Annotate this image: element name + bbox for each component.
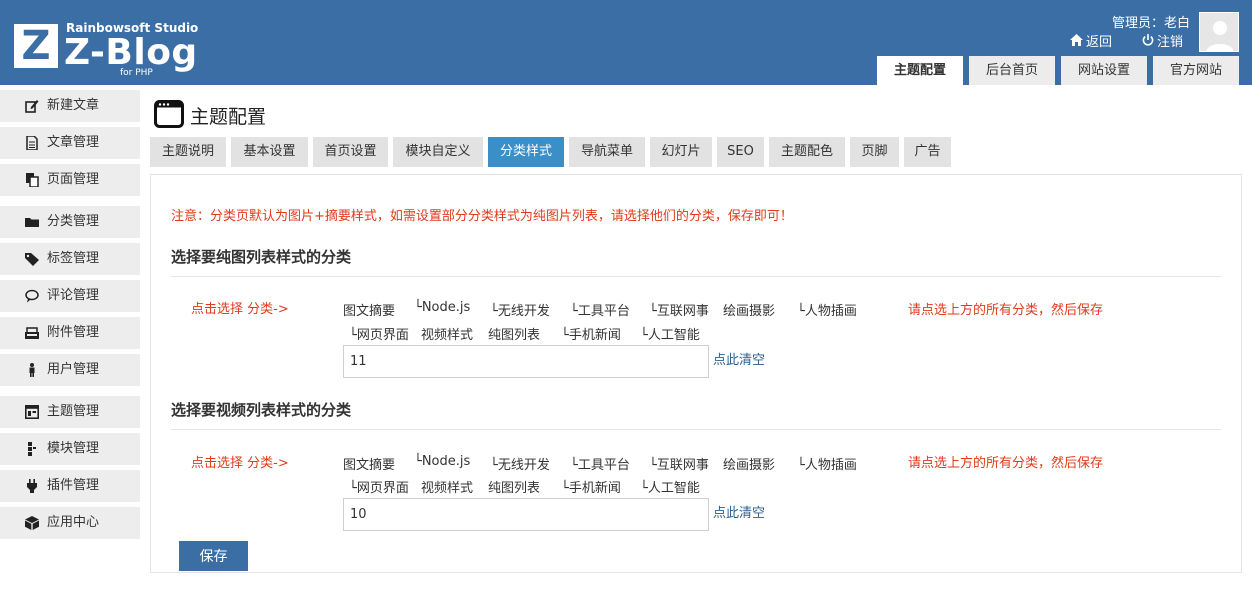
tab-category-style[interactable]: 分类样式 bbox=[488, 137, 564, 167]
category-option[interactable]: └无线开发 bbox=[490, 454, 550, 473]
top-header: Z Rainbowsoft Studio Z-Blog for PHP 管理员：… bbox=[0, 0, 1252, 85]
category-option[interactable]: └人物插画 bbox=[797, 300, 857, 319]
section-title-video-list: 选择要视频列表样式的分类 bbox=[171, 401, 352, 419]
category-option[interactable]: └工具平台 bbox=[570, 300, 630, 319]
sidebar-item-new-article[interactable]: 新建文章 bbox=[0, 90, 140, 122]
tab-theme-colors[interactable]: 主题配色 bbox=[769, 137, 845, 167]
category-option[interactable]: └网页界面 bbox=[349, 324, 409, 343]
pick-category-link[interactable]: 点击选择 分类-> bbox=[191, 298, 289, 317]
category-option[interactable]: 图文摘要 bbox=[343, 454, 395, 473]
sidebar-item-comment-manage[interactable]: 评论管理 bbox=[0, 280, 140, 312]
tab-home-settings[interactable]: 首页设置 bbox=[313, 137, 388, 167]
sidebar-item-article-manage[interactable]: 文章管理 bbox=[0, 127, 140, 159]
sidebar-item-category-manage[interactable]: 分类管理 bbox=[0, 206, 140, 238]
category-option[interactable]: └互联网事 bbox=[649, 300, 709, 319]
category-option[interactable]: 纯图列表 bbox=[488, 324, 540, 343]
home-icon bbox=[1070, 34, 1083, 50]
comment-icon bbox=[25, 289, 39, 303]
attachment-icon bbox=[25, 326, 39, 340]
category-option[interactable]: └网页界面 bbox=[349, 477, 409, 496]
theme-icon bbox=[25, 405, 39, 419]
category-option[interactable]: └无线开发 bbox=[490, 300, 550, 319]
page-title: 主题配置 bbox=[190, 106, 267, 128]
tab-module-custom[interactable]: 模块自定义 bbox=[393, 137, 483, 167]
pick-category-link[interactable]: 点击选择 分类-> bbox=[191, 452, 289, 471]
category-option[interactable]: 视频样式 bbox=[421, 324, 473, 343]
category-option[interactable]: 纯图列表 bbox=[488, 477, 540, 496]
category-option[interactable]: 绘画摄影 bbox=[723, 300, 775, 319]
category-option[interactable]: └互联网事 bbox=[649, 454, 709, 473]
user-icon bbox=[25, 363, 39, 377]
section-divider bbox=[171, 276, 1221, 277]
notice-text: 注意：分类页默认为图片+摘要样式，如需设置部分分类样式为纯图片列表，请选择他们的… bbox=[171, 209, 793, 224]
module-icon bbox=[25, 442, 39, 456]
tab-theme-description[interactable]: 主题说明 bbox=[150, 137, 226, 167]
hint-text: 请点选上方的所有分类，然后保存 bbox=[908, 456, 1104, 471]
video-list-category-input[interactable] bbox=[343, 498, 709, 531]
category-option[interactable]: └Node.js bbox=[414, 300, 470, 315]
tab-nav-menu[interactable]: 导航菜单 bbox=[569, 137, 645, 167]
back-link[interactable]: 返回 bbox=[1070, 31, 1112, 50]
admin-label: 管理员：老白 bbox=[1111, 16, 1190, 31]
pure-image-category-input[interactable] bbox=[343, 345, 709, 378]
category-option[interactable]: 视频样式 bbox=[421, 477, 473, 496]
back-label: 返回 bbox=[1086, 35, 1113, 50]
hint-text: 请点选上方的所有分类，然后保存 bbox=[908, 303, 1104, 318]
app-center-icon bbox=[25, 516, 39, 530]
sidebar-item-page-manage[interactable]: 页面管理 bbox=[0, 164, 140, 196]
top-tab-admin-home[interactable]: 后台首页 bbox=[969, 56, 1055, 85]
logout-link[interactable]: 注销 bbox=[1142, 31, 1183, 50]
top-tab-official-site[interactable]: 官方网站 bbox=[1153, 56, 1239, 85]
sidebar-item-module-manage[interactable]: 模块管理 bbox=[0, 433, 140, 465]
logout-label: 注销 bbox=[1157, 35, 1184, 50]
category-option[interactable]: 图文摘要 bbox=[343, 300, 395, 319]
clear-link[interactable]: 点此清空 bbox=[713, 502, 765, 521]
logo-name: Z-Blog bbox=[64, 32, 198, 73]
save-button[interactable]: 保存 bbox=[179, 541, 248, 571]
sidebar-item-attachment-manage[interactable]: 附件管理 bbox=[0, 317, 140, 349]
sidebar-item-theme-manage[interactable]: 主题管理 bbox=[0, 396, 140, 428]
tag-icon bbox=[25, 252, 39, 266]
sidebar-item-tag-manage[interactable]: 标签管理 bbox=[0, 243, 140, 275]
document-icon bbox=[25, 135, 39, 151]
logo-for-text: for PHP bbox=[120, 68, 153, 78]
avatar[interactable] bbox=[1199, 12, 1239, 52]
section-title-pure-image: 选择要纯图列表样式的分类 bbox=[171, 248, 352, 266]
sidebar-item-plugin-manage[interactable]: 插件管理 bbox=[0, 470, 140, 502]
tab-basic-settings[interactable]: 基本设置 bbox=[231, 137, 308, 167]
clear-link[interactable]: 点此清空 bbox=[713, 349, 765, 368]
category-option[interactable]: 绘画摄影 bbox=[723, 454, 775, 473]
pages-icon bbox=[25, 173, 39, 188]
power-icon bbox=[1142, 34, 1154, 50]
top-tab-site-settings[interactable]: 网站设置 bbox=[1061, 56, 1147, 85]
category-option[interactable]: └手机新闻 bbox=[561, 477, 621, 496]
category-option[interactable]: └人物插画 bbox=[797, 454, 857, 473]
folder-icon bbox=[25, 215, 39, 229]
category-option[interactable]: └手机新闻 bbox=[561, 324, 621, 343]
tab-footer[interactable]: 页脚 bbox=[850, 137, 899, 167]
tab-ads[interactable]: 广告 bbox=[904, 137, 951, 167]
section-divider bbox=[171, 429, 1221, 430]
avatar-placeholder-icon bbox=[1200, 13, 1238, 51]
sidebar-item-user-manage[interactable]: 用户管理 bbox=[0, 354, 140, 386]
plugin-icon bbox=[25, 479, 39, 493]
logo-icon: Z bbox=[14, 24, 58, 68]
category-option[interactable]: └工具平台 bbox=[570, 454, 630, 473]
category-option[interactable]: └人工智能 bbox=[640, 324, 700, 343]
top-tab-theme-config[interactable]: 主题配置 bbox=[877, 56, 963, 85]
window-icon bbox=[154, 100, 184, 128]
tab-slideshow[interactable]: 幻灯片 bbox=[650, 137, 712, 167]
category-option[interactable]: └Node.js bbox=[414, 454, 470, 469]
edit-icon bbox=[25, 99, 39, 113]
category-option[interactable]: └人工智能 bbox=[640, 477, 700, 496]
sidebar-item-app-center[interactable]: 应用中心 bbox=[0, 507, 140, 539]
tab-seo[interactable]: SEO bbox=[717, 137, 764, 167]
